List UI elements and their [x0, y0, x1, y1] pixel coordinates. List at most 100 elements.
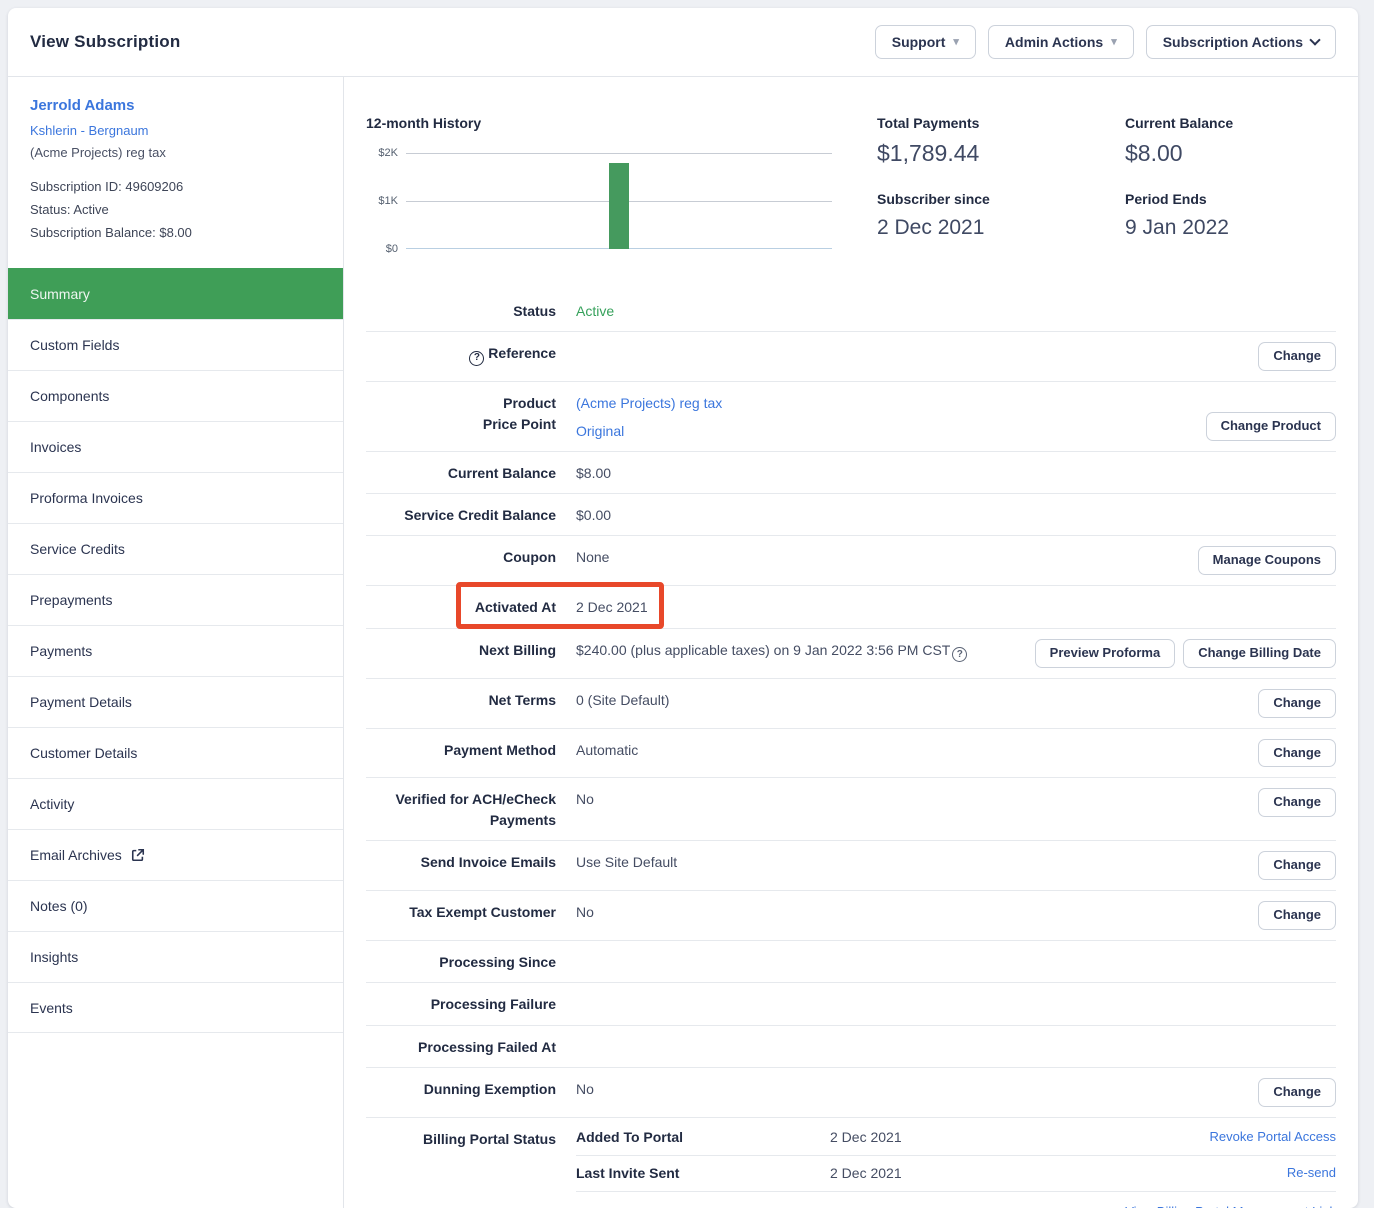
detail-rows: Status Active ? Reference Change Produ [366, 290, 1336, 1208]
page-title: View Subscription [30, 32, 180, 52]
view-subscription-card: View Subscription Support ▾ Admin Action… [8, 8, 1358, 1208]
revoke-portal-access-link[interactable]: Revoke Portal Access [1210, 1129, 1336, 1144]
change-dunning-exemption-button[interactable]: Change [1258, 1078, 1336, 1107]
tax-exempt-value: No [576, 901, 1246, 922]
sidebar-item-insights[interactable]: Insights [8, 931, 343, 982]
current-balance-row-value: $8.00 [576, 462, 1336, 483]
chevron-down-icon [1309, 34, 1320, 45]
sidebar-item-prepayments[interactable]: Prepayments [8, 574, 343, 625]
sidebar-item-notes[interactable]: Notes (0) [8, 880, 343, 931]
preview-proforma-button[interactable]: Preview Proforma [1035, 639, 1176, 668]
dunning-exemption-row: Dunning Exemption No Change [366, 1068, 1336, 1118]
activated-at-value: 2 Dec 2021 [576, 596, 1336, 617]
resend-invite-link[interactable]: Re-send [1287, 1165, 1336, 1180]
sidebar-item-invoices[interactable]: Invoices [8, 421, 343, 472]
payment-method-row: Payment Method Automatic Change [366, 729, 1336, 779]
price-point-link[interactable]: Original [576, 421, 1194, 441]
processing-failed-at-label: Processing Failed At [366, 1036, 556, 1057]
reference-row: ? Reference Change [366, 332, 1336, 382]
ach-verified-row: Verified for ACH/eCheck Payments No Chan… [366, 778, 1336, 841]
coupon-value: None [576, 546, 1186, 567]
reference-label: ? Reference [366, 342, 556, 366]
net-terms-value: 0 (Site Default) [576, 689, 1246, 710]
period-ends-value: 9 Jan 2022 [1125, 216, 1358, 240]
change-product-button[interactable]: Change Product [1206, 412, 1336, 441]
change-net-terms-button[interactable]: Change [1258, 689, 1336, 718]
summary-main: 12-month History $2K$1K$0 Total Payments… [344, 77, 1358, 1208]
payment-method-label: Payment Method [366, 739, 556, 760]
dunning-exemption-value: No [576, 1078, 1246, 1099]
external-link-icon [131, 848, 145, 862]
stats-left-column: Total Payments $1,789.44 Subscriber sinc… [877, 115, 1117, 240]
change-ach-verified-button[interactable]: Change [1258, 788, 1336, 817]
page-header: View Subscription Support ▾ Admin Action… [8, 8, 1358, 77]
sidebar-item-events[interactable]: Events [8, 982, 343, 1033]
subscription-id-text: Subscription ID: 49609206 [30, 176, 321, 199]
product-link[interactable]: (Acme Projects) reg tax [576, 393, 1194, 413]
sidebar-item-payments[interactable]: Payments [8, 625, 343, 676]
sidebar-item-service-credits[interactable]: Service Credits [8, 523, 343, 574]
send-invoice-emails-label: Send Invoice Emails [366, 851, 556, 872]
seller-link[interactable]: Kshlerin - Bergnaum [30, 123, 321, 138]
help-circle-icon[interactable]: ? [952, 647, 967, 662]
manage-coupons-button[interactable]: Manage Coupons [1198, 546, 1336, 575]
dunning-exemption-label: Dunning Exemption [366, 1078, 556, 1099]
portal-invite-row: Last Invite Sent 2 Dec 2021 Re-send [576, 1156, 1336, 1192]
sidebar-item-summary[interactable]: Summary [8, 268, 343, 319]
ach-verified-label: Verified for ACH/eCheck Payments [366, 788, 556, 830]
subscription-actions-button[interactable]: Subscription Actions [1146, 25, 1336, 59]
service-credit-balance-row: Service Credit Balance $0.00 [366, 494, 1336, 536]
payment-method-value: Automatic [576, 739, 1246, 760]
sidebar-item-custom-fields[interactable]: Custom Fields [8, 319, 343, 370]
processing-failed-at-row: Processing Failed At [366, 1026, 1336, 1068]
next-billing-row: Next Billing $240.00 (plus applicable ta… [366, 629, 1336, 679]
sidebar-item-payment-details[interactable]: Payment Details [8, 676, 343, 727]
total-payments-value: $1,789.44 [877, 140, 1117, 167]
customer-summary: Jerrold Adams Kshlerin - Bergnaum (Acme … [8, 77, 343, 268]
total-payments-label: Total Payments [877, 115, 1117, 131]
change-reference-button[interactable]: Change [1258, 342, 1336, 371]
next-billing-value: $240.00 (plus applicable taxes) on 9 Jan… [576, 642, 950, 658]
subscriber-since-value: 2 Dec 2021 [877, 216, 1117, 240]
subscriber-since-label: Subscriber since [877, 191, 1117, 207]
net-terms-label: Net Terms [366, 689, 556, 710]
sidebar-item-customer-details[interactable]: Customer Details [8, 727, 343, 778]
status-value: Active [576, 300, 1336, 321]
sidebar-item-proforma-invoices[interactable]: Proforma Invoices [8, 472, 343, 523]
sidebar-item-activity[interactable]: Activity [8, 778, 343, 829]
ach-verified-value: No [576, 788, 1246, 809]
chart-ytick-label: $1K [364, 195, 398, 207]
caret-down-icon: ▾ [953, 37, 959, 48]
sidebar-item-components[interactable]: Components [8, 370, 343, 421]
change-tax-exempt-button[interactable]: Change [1258, 901, 1336, 930]
current-balance-row: Current Balance $8.00 [366, 452, 1336, 494]
added-to-portal-date: 2 Dec 2021 [830, 1129, 902, 1145]
processing-since-label: Processing Since [366, 951, 556, 972]
last-invite-sent-label: Last Invite Sent [576, 1165, 830, 1181]
sidebar-item-email-archives[interactable]: Email Archives [8, 829, 343, 880]
send-invoice-emails-row: Send Invoice Emails Use Site Default Cha… [366, 841, 1336, 891]
current-balance-label: Current Balance [1125, 115, 1358, 131]
product-row: Product Price Point (Acme Projects) reg … [366, 382, 1336, 452]
subscription-status-text: Status: Active [30, 199, 321, 222]
current-balance-row-label: Current Balance [366, 462, 556, 483]
sidebar: Jerrold Adams Kshlerin - Bergnaum (Acme … [8, 77, 344, 1208]
caret-down-icon: ▾ [1111, 37, 1117, 48]
change-billing-date-button[interactable]: Change Billing Date [1183, 639, 1336, 668]
status-label: Status [366, 300, 556, 321]
current-balance-value: $8.00 [1125, 140, 1358, 167]
customer-name-link[interactable]: Jerrold Adams [30, 97, 321, 114]
help-circle-icon[interactable]: ? [469, 351, 484, 366]
product-name-text: (Acme Projects) reg tax [30, 145, 321, 160]
coupon-label: Coupon [366, 546, 556, 567]
support-button[interactable]: Support ▾ [875, 25, 976, 59]
product-label: Product [366, 393, 556, 413]
view-billing-portal-management-link[interactable]: View Billing Portal Management Link [1125, 1204, 1336, 1208]
processing-since-value [576, 951, 1336, 952]
change-send-invoice-emails-button[interactable]: Change [1258, 851, 1336, 880]
billing-portal-label: Billing Portal Status [366, 1128, 556, 1149]
tax-exempt-label: Tax Exempt Customer [366, 901, 556, 922]
change-payment-method-button[interactable]: Change [1258, 739, 1336, 768]
stats-right-column: Current Balance $8.00 Period Ends 9 Jan … [1125, 115, 1358, 240]
admin-actions-button[interactable]: Admin Actions ▾ [988, 25, 1134, 59]
